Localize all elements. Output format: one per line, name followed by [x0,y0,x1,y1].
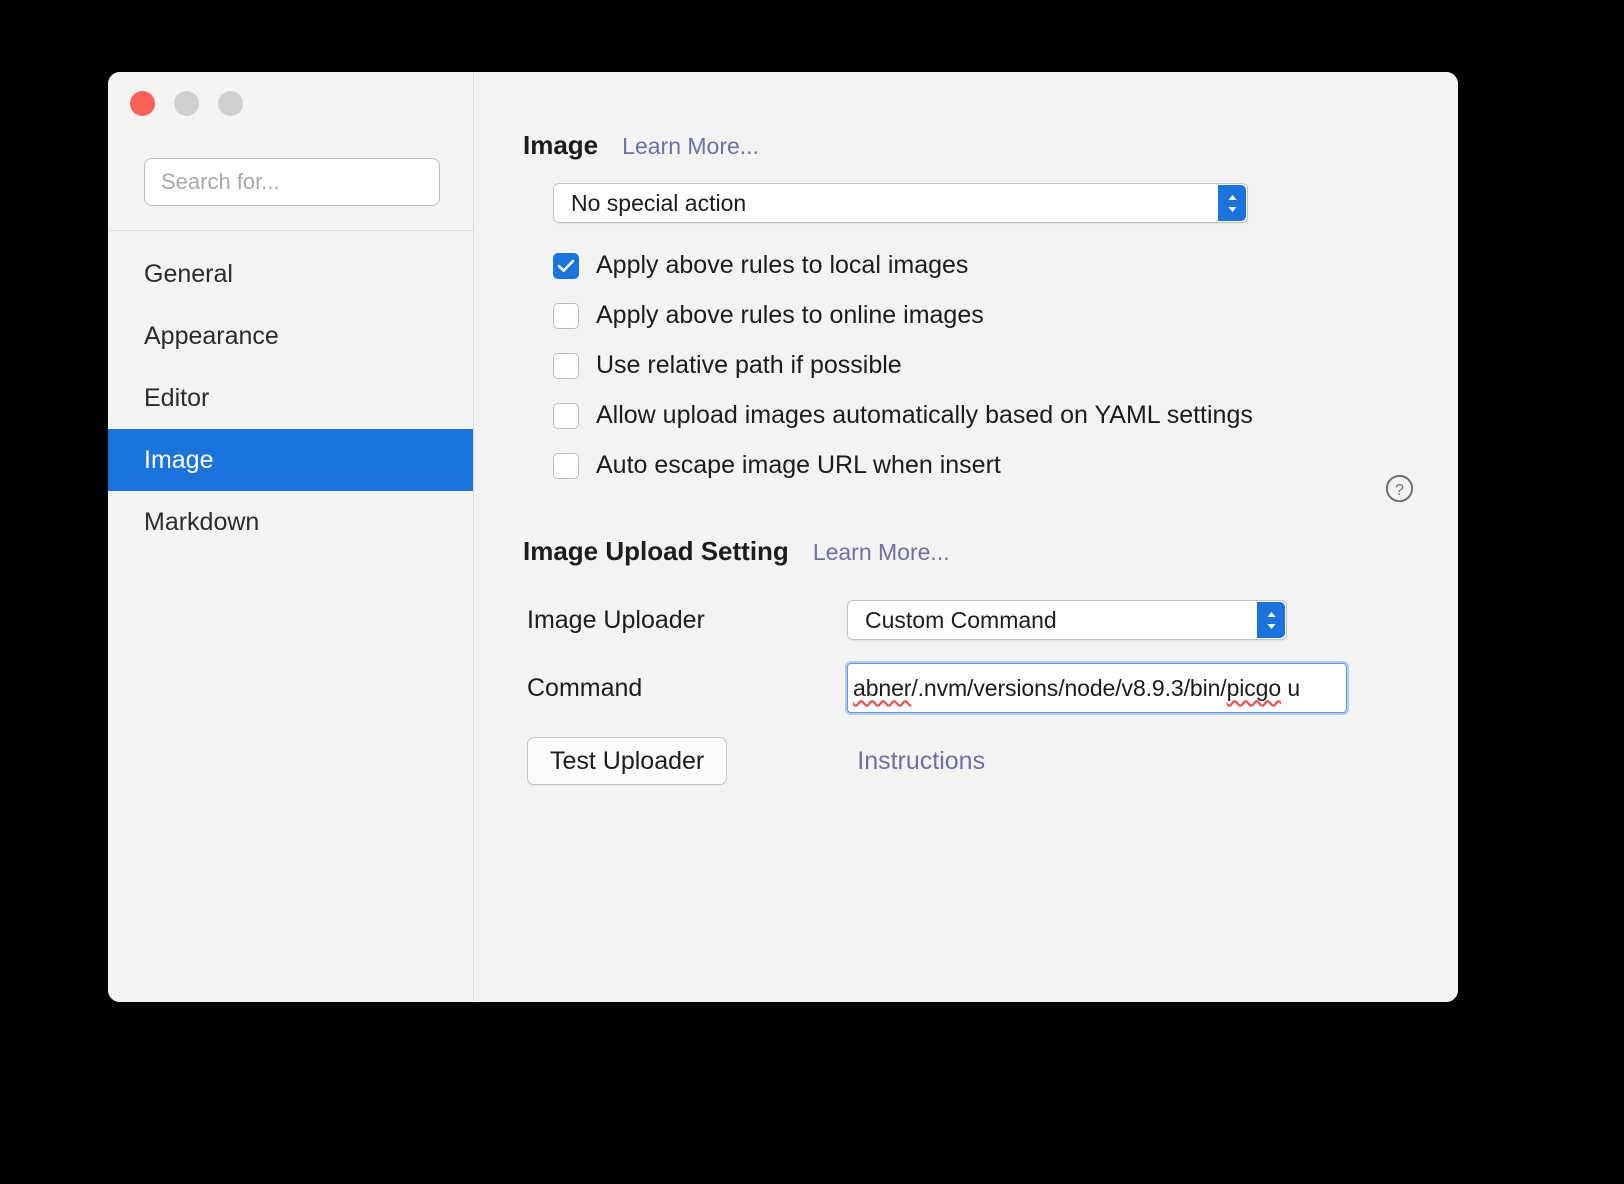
svg-text:?: ? [1395,482,1404,499]
sidebar-nav: General Appearance Editor Image Markdown [108,231,473,553]
image-section-title: Image [523,130,599,160]
image-learn-more-link[interactable]: Learn More... [622,133,759,160]
sidebar: General Appearance Editor Image Markdown [108,72,474,1002]
search-container [108,134,473,230]
traffic-lights [130,90,243,116]
sidebar-item-label: Markdown [144,507,260,536]
question-mark-circle-icon[interactable]: ? [1385,474,1414,503]
checkbox-apply-online[interactable] [553,302,579,329]
upload-learn-more-link[interactable]: Learn More... [813,539,950,566]
command-text-misspelled-1: abner [853,674,912,701]
command-label: Command [527,673,643,702]
screen-backdrop: General Appearance Editor Image Markdown [0,0,1624,1184]
select-stepper-icon[interactable] [1218,185,1246,221]
command-row: Command abner/.nvm/versions/node/v8.9.3/… [527,663,1458,713]
command-text-misspelled-2: picgo [1226,674,1282,701]
image-section-header: Image Learn More... [474,130,1458,161]
sidebar-item-image[interactable]: Image [108,429,473,491]
uploader-row: Image Uploader Custom Command [527,597,1458,643]
command-text-tail: u [1281,674,1301,701]
select-stepper-icon[interactable] [1257,602,1285,638]
checkbox-label: Use relative path if possible [596,351,902,379]
upload-actions-row: Test Uploader Instructions [474,737,1458,785]
upload-form: Image Uploader Custom Command Command ab… [474,597,1458,713]
checkbox-label: Apply above rules to online images [596,301,984,329]
upload-section-header: Image Upload Setting Learn More... [474,536,1458,567]
checkbox-row-auto-escape[interactable]: Auto escape image URL when insert [553,451,1458,480]
image-action-select-value: No special action [571,189,747,216]
close-button-icon[interactable] [130,90,155,116]
checkbox-relative-path[interactable] [553,352,579,379]
checkbox-auto-escape[interactable] [553,452,579,479]
checkbox-row-relative-path[interactable]: Use relative path if possible [553,351,1458,380]
image-action-select[interactable]: No special action [553,183,1248,223]
checkbox-apply-local[interactable] [553,252,579,279]
search-input[interactable] [144,158,440,206]
sidebar-item-label: Editor [144,383,210,412]
image-uploader-select[interactable]: Custom Command [847,600,1287,640]
checkbox-label: Apply above rules to local images [596,251,969,279]
preferences-window: General Appearance Editor Image Markdown [108,72,1458,1002]
sidebar-item-label: General [144,259,233,288]
checkbox-row-apply-online[interactable]: Apply above rules to online images [553,301,1458,330]
checkbox-label: Allow upload images automatically based … [596,401,1253,429]
test-uploader-button[interactable]: Test Uploader [527,737,728,785]
content-pane: Image Learn More... No special action Ap… [474,72,1458,1002]
checkbox-yaml-upload[interactable] [553,402,579,429]
minimize-button-icon[interactable] [174,90,199,116]
checkbox-row-yaml-upload[interactable]: Allow upload images automatically based … [553,401,1458,430]
sidebar-item-general[interactable]: General [108,243,473,305]
sidebar-item-appearance[interactable]: Appearance [108,305,473,367]
uploader-label: Image Uploader [527,605,705,634]
checkbox-label: Auto escape image URL when insert [596,451,1001,479]
sidebar-item-label: Appearance [144,321,279,350]
zoom-button-icon[interactable] [218,90,243,116]
upload-section-title: Image Upload Setting [523,536,789,566]
instructions-link[interactable]: Instructions [857,747,985,776]
command-input-value: abner/.nvm/versions/node/v8.9.3/bin/picg… [848,675,1300,702]
command-input[interactable]: abner/.nvm/versions/node/v8.9.3/bin/picg… [847,663,1347,713]
window-titlebar [108,72,473,134]
image-checkbox-group: Apply above rules to local images Apply … [474,251,1458,480]
command-text-path: /.nvm/versions/node/v8.9.3/bin/ [911,674,1227,701]
checkbox-row-apply-local[interactable]: Apply above rules to local images [553,251,1458,280]
sidebar-item-editor[interactable]: Editor [108,367,473,429]
sidebar-item-label: Image [144,445,214,474]
sidebar-item-markdown[interactable]: Markdown [108,491,473,553]
image-action-select-row: No special action [474,183,1458,223]
image-uploader-select-value: Custom Command [865,606,1057,633]
